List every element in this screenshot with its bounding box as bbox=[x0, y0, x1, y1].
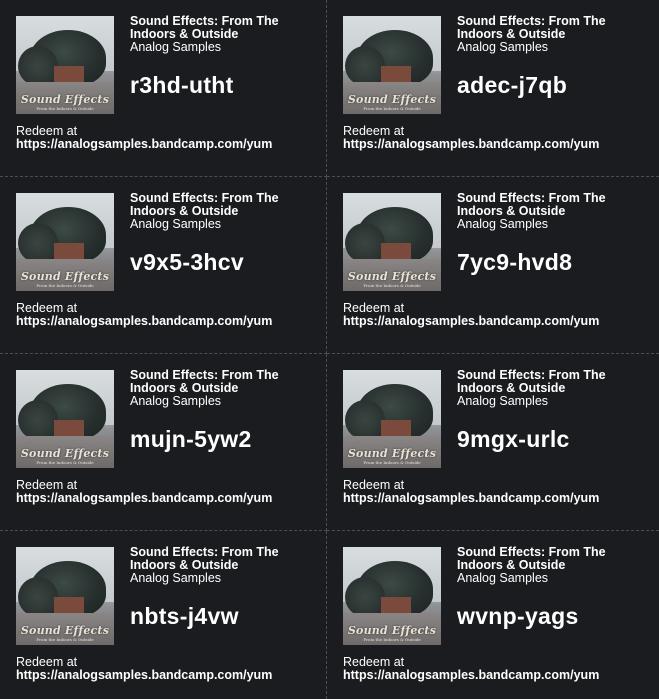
cover-logo: Sound Effects bbox=[347, 447, 437, 460]
album-cover-image: Sound Effects From the Indoors & Outside bbox=[16, 547, 114, 645]
album-cover-image: Sound Effects From the Indoors & Outside bbox=[343, 16, 441, 114]
album-title: Sound Effects: From The Indoors & Outsid… bbox=[457, 368, 606, 395]
cover-subtitle: From the Indoors & Outside bbox=[363, 283, 421, 288]
code-card: Sound Effects From the Indoors & Outside… bbox=[0, 354, 327, 531]
artist-name: Analog Samples bbox=[457, 40, 549, 54]
code-cards-grid: Sound Effects From the Indoors & Outside… bbox=[0, 0, 659, 699]
download-code: adec-j7qb bbox=[457, 72, 568, 98]
cover-subtitle: From the Indoors & Outside bbox=[36, 283, 94, 288]
album-title: Sound Effects: From The Indoors & Outsid… bbox=[457, 14, 606, 41]
cover-subtitle: From the Indoors & Outside bbox=[36, 460, 94, 465]
redeem-url: https://analogsamples.bandcamp.com/yum bbox=[16, 314, 273, 328]
download-code: v9x5-3hcv bbox=[130, 249, 244, 275]
code-card: Sound Effects From the Indoors & Outside… bbox=[0, 177, 327, 354]
cover-subtitle: From the Indoors & Outside bbox=[36, 106, 94, 111]
code-card: Sound Effects From the Indoors & Outside… bbox=[327, 354, 659, 531]
cover-logo: Sound Effects bbox=[20, 93, 110, 106]
download-code: nbts-j4vw bbox=[130, 603, 239, 629]
artist-name: Analog Samples bbox=[457, 394, 549, 408]
download-code: wvnp-yags bbox=[457, 603, 579, 629]
code-card: Sound Effects From the Indoors & Outside… bbox=[327, 0, 659, 177]
album-title: Sound Effects: From The Indoors & Outsid… bbox=[457, 545, 606, 572]
cover-logo: Sound Effects bbox=[20, 624, 110, 637]
album-title: Sound Effects: From The Indoors & Outsid… bbox=[130, 545, 279, 572]
redeem-url: https://analogsamples.bandcamp.com/yum bbox=[343, 137, 600, 151]
cover-logo: Sound Effects bbox=[347, 270, 437, 283]
album-title: Sound Effects: From The Indoors & Outsid… bbox=[130, 368, 279, 395]
artist-name: Analog Samples bbox=[457, 217, 549, 231]
code-card: Sound Effects From the Indoors & Outside… bbox=[0, 0, 327, 177]
artist-name: Analog Samples bbox=[130, 217, 222, 231]
album-cover-image: Sound Effects From the Indoors & Outside bbox=[16, 193, 114, 291]
download-code: mujn-5yw2 bbox=[130, 426, 252, 452]
artist-name: Analog Samples bbox=[457, 571, 549, 585]
album-cover-image: Sound Effects From the Indoors & Outside bbox=[16, 370, 114, 468]
cover-logo: Sound Effects bbox=[347, 624, 437, 637]
redeem-url: https://analogsamples.bandcamp.com/yum bbox=[343, 491, 600, 505]
artist-name: Analog Samples bbox=[130, 571, 222, 585]
redeem-url: https://analogsamples.bandcamp.com/yum bbox=[16, 491, 273, 505]
album-title: Sound Effects: From The Indoors & Outsid… bbox=[457, 191, 606, 218]
cover-subtitle: From the Indoors & Outside bbox=[363, 460, 421, 465]
album-title: Sound Effects: From The Indoors & Outsid… bbox=[130, 191, 279, 218]
download-code: r3hd-utht bbox=[130, 72, 234, 98]
download-code: 9mgx-urlc bbox=[457, 426, 570, 452]
cover-logo: Sound Effects bbox=[347, 93, 437, 106]
cover-logo: Sound Effects bbox=[20, 270, 110, 283]
cover-subtitle: From the Indoors & Outside bbox=[36, 637, 94, 642]
cover-subtitle: From the Indoors & Outside bbox=[363, 637, 421, 642]
redeem-url: https://analogsamples.bandcamp.com/yum bbox=[343, 314, 600, 328]
album-cover-image: Sound Effects From the Indoors & Outside bbox=[343, 547, 441, 645]
download-code: 7yc9-hvd8 bbox=[457, 249, 573, 275]
code-card: Sound Effects From the Indoors & Outside… bbox=[327, 531, 659, 699]
artist-name: Analog Samples bbox=[130, 394, 222, 408]
artist-name: Analog Samples bbox=[130, 40, 222, 54]
code-card: Sound Effects From the Indoors & Outside… bbox=[327, 177, 659, 354]
album-cover-image: Sound Effects From the Indoors & Outside bbox=[343, 193, 441, 291]
album-cover-image: Sound Effects From the Indoors & Outside bbox=[343, 370, 441, 468]
album-cover-image: Sound Effects From the Indoors & Outside bbox=[16, 16, 114, 114]
redeem-url: https://analogsamples.bandcamp.com/yum bbox=[16, 137, 273, 151]
redeem-url: https://analogsamples.bandcamp.com/yum bbox=[16, 668, 273, 682]
code-card: Sound Effects From the Indoors & Outside… bbox=[0, 531, 327, 699]
album-title: Sound Effects: From The Indoors & Outsid… bbox=[130, 14, 279, 41]
cover-subtitle: From the Indoors & Outside bbox=[363, 106, 421, 111]
cover-logo: Sound Effects bbox=[20, 447, 110, 460]
redeem-url: https://analogsamples.bandcamp.com/yum bbox=[343, 668, 600, 682]
